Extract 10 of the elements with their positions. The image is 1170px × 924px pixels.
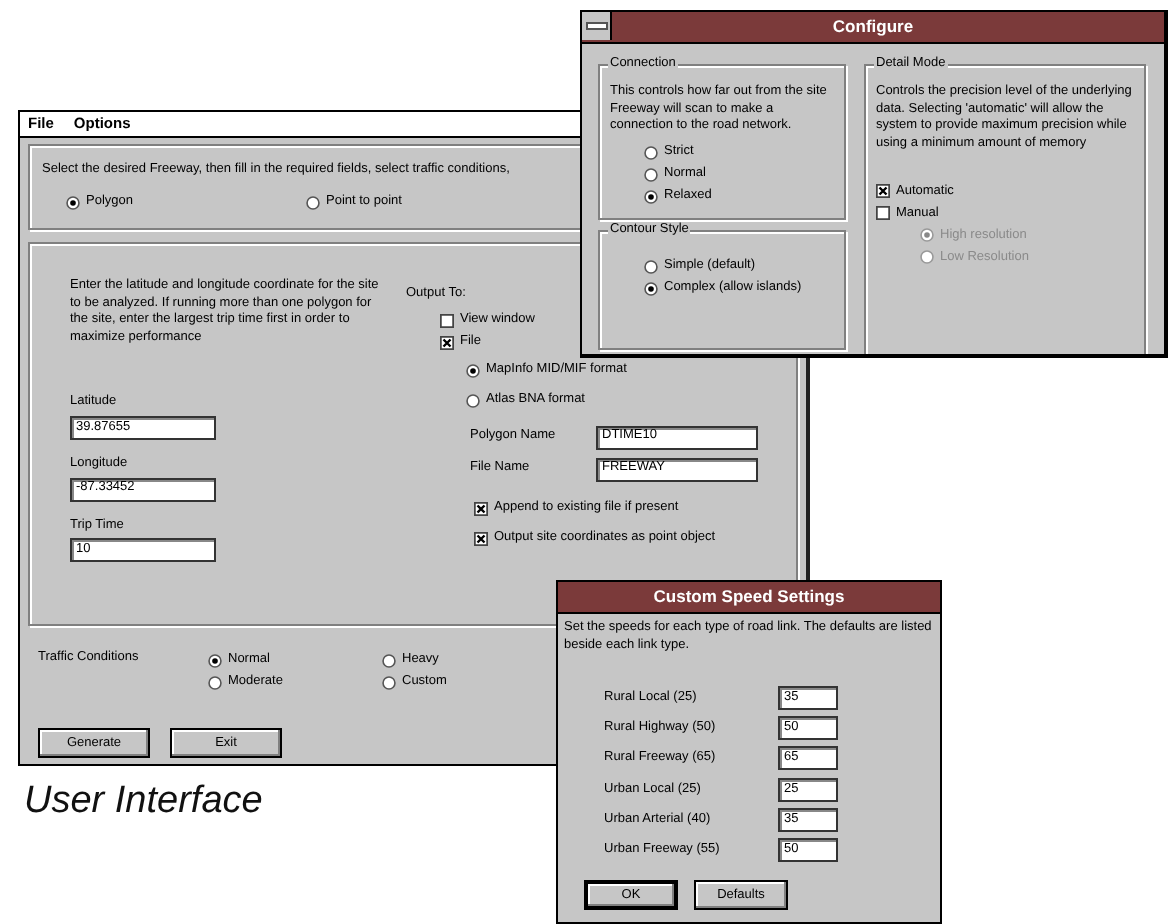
checkbox-icon: [440, 313, 454, 328]
checkbox-icon: [474, 531, 488, 546]
window-title: Custom Speed Settings: [653, 588, 845, 606]
checkbox-icon: [474, 501, 488, 516]
checkbox-icon: [440, 335, 454, 350]
caption-text: User Interface: [24, 780, 263, 824]
system-menu-icon[interactable]: [582, 12, 612, 40]
window-title: Configure: [832, 18, 914, 36]
checkbox-icon: [876, 184, 890, 199]
checkbox-icon: [876, 206, 890, 221]
